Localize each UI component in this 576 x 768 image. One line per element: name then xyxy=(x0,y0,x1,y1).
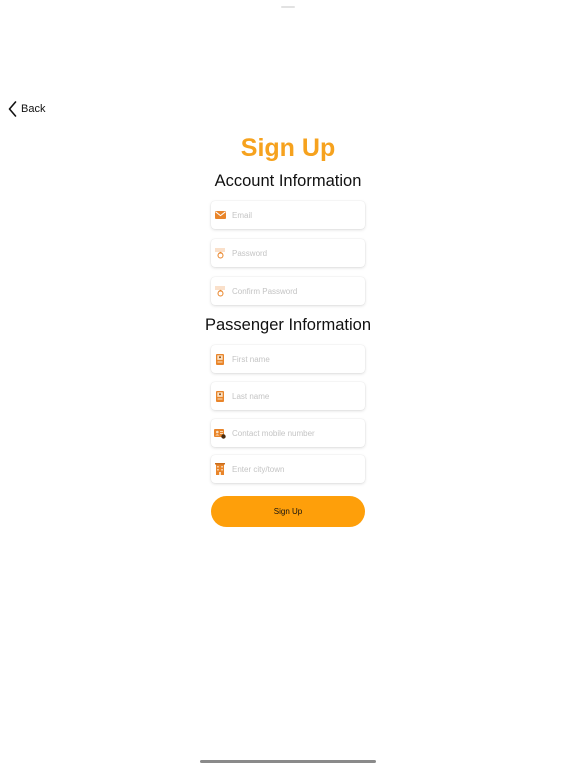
id-badge-icon xyxy=(214,390,226,402)
account-information-heading: Account Information xyxy=(214,172,362,190)
confirm-password-input[interactable] xyxy=(232,286,360,296)
contact-mobile-input[interactable] xyxy=(232,428,360,438)
first-name-field[interactable] xyxy=(211,345,365,373)
last-name-field[interactable] xyxy=(211,382,365,410)
contact-mobile-field[interactable] xyxy=(211,419,365,447)
first-name-input[interactable] xyxy=(232,354,360,364)
home-indicator xyxy=(200,760,376,763)
building-icon xyxy=(214,463,226,475)
page-title: Sign Up xyxy=(240,134,336,162)
password-icon xyxy=(214,285,226,297)
sign-up-button-label: Sign Up xyxy=(273,507,303,516)
confirm-password-field[interactable] xyxy=(211,277,365,305)
back-button[interactable]: Back xyxy=(8,100,45,118)
envelope-icon xyxy=(214,209,226,221)
contact-card-icon xyxy=(214,427,226,439)
email-field[interactable] xyxy=(211,201,365,229)
back-label: Back xyxy=(21,103,46,115)
passenger-information-heading: Passenger Information xyxy=(204,316,371,334)
city-field[interactable] xyxy=(211,455,365,483)
password-field[interactable] xyxy=(211,239,365,267)
password-icon xyxy=(214,247,226,259)
city-input[interactable] xyxy=(232,464,360,474)
sign-up-button[interactable]: Sign Up xyxy=(211,496,365,527)
top-handle xyxy=(281,6,295,8)
last-name-input[interactable] xyxy=(232,391,360,401)
id-badge-icon xyxy=(214,353,226,365)
password-input[interactable] xyxy=(232,248,360,258)
chevron-left-icon xyxy=(8,101,17,117)
email-input[interactable] xyxy=(232,210,360,220)
